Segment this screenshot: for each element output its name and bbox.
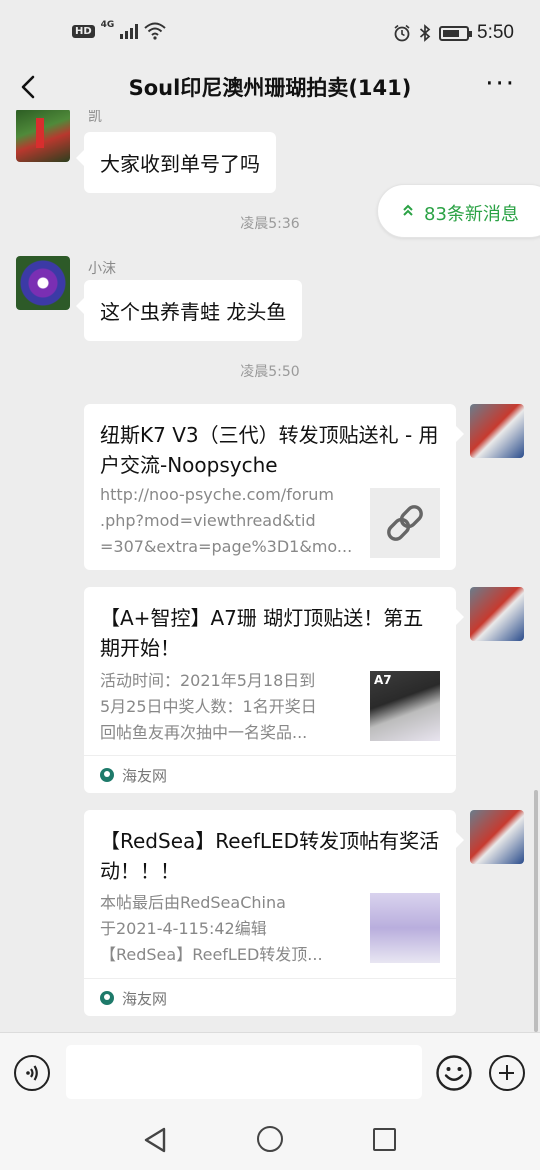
avatar[interactable]: [470, 404, 524, 458]
card-title: 纽斯K7 V3（三代）转发顶贴送礼 - 用户交流-Noopsyche: [100, 423, 439, 477]
avatar[interactable]: [16, 110, 70, 162]
status-time: 5:50: [477, 22, 514, 43]
link-card[interactable]: 纽斯K7 V3（三代）转发顶贴送礼 - 用户交流-Noopsyche http:…: [84, 404, 464, 570]
status-left: HD 4G: [72, 20, 166, 40]
link-card[interactable]: 【A+智控】A7珊 瑚灯顶贴送！第五期开始！ 活动时间：2021年5月18日到 …: [84, 587, 464, 793]
emoji-icon[interactable]: [436, 1055, 472, 1091]
card-desc-line: 【RedSea】ReefLED转发顶...: [100, 945, 323, 964]
network-type: 4G: [100, 20, 115, 30]
nav-recent-icon[interactable]: [373, 1128, 396, 1151]
timestamp: 凌晨5:50: [240, 364, 300, 380]
bluetooth-icon: [419, 24, 431, 42]
chat-header: Soul印尼澳州珊瑚拍卖(141) ···: [0, 64, 540, 110]
voice-icon[interactable]: [14, 1055, 50, 1091]
card-desc-line: =307&extra=page%3D1&mo...: [100, 537, 353, 556]
system-nav-bar: [0, 1112, 540, 1170]
card-desc-line: http://noo-psyche.com/forum: [100, 485, 334, 504]
avatar[interactable]: [470, 810, 524, 864]
card-title: 【RedSea】ReefLED转发顶帖有奖活动！！！: [100, 829, 440, 883]
chat-title: Soul印尼澳州珊瑚拍卖(141): [128, 76, 412, 100]
message-input[interactable]: [66, 1045, 422, 1099]
signal-icon: [120, 23, 139, 39]
avatar[interactable]: [16, 256, 70, 310]
card-desc-line: 回帖鱼友再次抽中一名奖品...: [100, 723, 308, 742]
thumbnail-label: A7: [374, 673, 392, 687]
sender-name: 凯: [88, 110, 102, 125]
card-desc-line: 活动时间：2021年5月18日到: [100, 671, 316, 690]
source-icon: [100, 768, 114, 782]
battery-icon: [439, 25, 473, 41]
message-bubble[interactable]: 这个虫养青蛙 龙头鱼: [75, 280, 303, 341]
card-description: 本帖最后由RedSeaChina 于2021-4-115:42编辑 【RedSe…: [100, 890, 354, 968]
message-bubble[interactable]: 大家收到单号了吗: [76, 132, 276, 193]
scrollbar[interactable]: [534, 790, 538, 1032]
chat-messages[interactable]: 凯 大家收到单号了吗 83条新消息 凌晨5:36 小沫 这个虫养青蛙 龙头鱼 凌…: [0, 110, 540, 1032]
card-description: 活动时间：2021年5月18日到 5月25日中奖人数：1名开奖日 回帖鱼友再次抽…: [100, 668, 354, 746]
wifi-icon: [144, 22, 166, 40]
card-source: 海友网: [84, 755, 456, 793]
card-thumbnail: [370, 893, 440, 963]
card-thumbnail: A7: [370, 671, 440, 741]
nav-home-icon[interactable]: [257, 1126, 283, 1152]
link-card[interactable]: 【RedSea】ReefLED转发顶帖有奖活动！！！ 本帖最后由RedSeaCh…: [84, 810, 464, 1016]
card-desc-line: 5月25日中奖人数：1名开奖日: [100, 697, 317, 716]
source-label: 海友网: [122, 990, 168, 1008]
source-icon: [100, 991, 114, 1005]
plus-icon[interactable]: [489, 1055, 525, 1091]
card-source: 海友网: [84, 978, 456, 1016]
hd-badge: HD: [72, 24, 95, 38]
card-desc-line: .php?mod=viewthread&tid: [100, 511, 316, 530]
input-bar: [0, 1032, 540, 1112]
source-label: 海友网: [122, 767, 168, 785]
nav-back-icon[interactable]: [142, 1126, 168, 1154]
link-icon: [370, 488, 440, 558]
avatar[interactable]: [470, 587, 524, 641]
status-bar: HD 4G 5:50: [0, 0, 540, 64]
more-dots-icon[interactable]: ···: [485, 71, 516, 97]
timestamp: 凌晨5:36: [240, 216, 300, 232]
card-desc-line: 本帖最后由RedSeaChina: [100, 893, 286, 912]
alarm-icon: [394, 24, 410, 42]
card-desc-line: 于2021-4-115:42编辑: [100, 919, 267, 938]
card-description: http://noo-psyche.com/forum .php?mod=vie…: [100, 482, 354, 560]
sender-name: 小沫: [88, 261, 116, 277]
card-title: 【A+智控】A7珊 瑚灯顶贴送！第五期开始！: [100, 606, 424, 660]
status-right: 5:50: [393, 22, 514, 44]
